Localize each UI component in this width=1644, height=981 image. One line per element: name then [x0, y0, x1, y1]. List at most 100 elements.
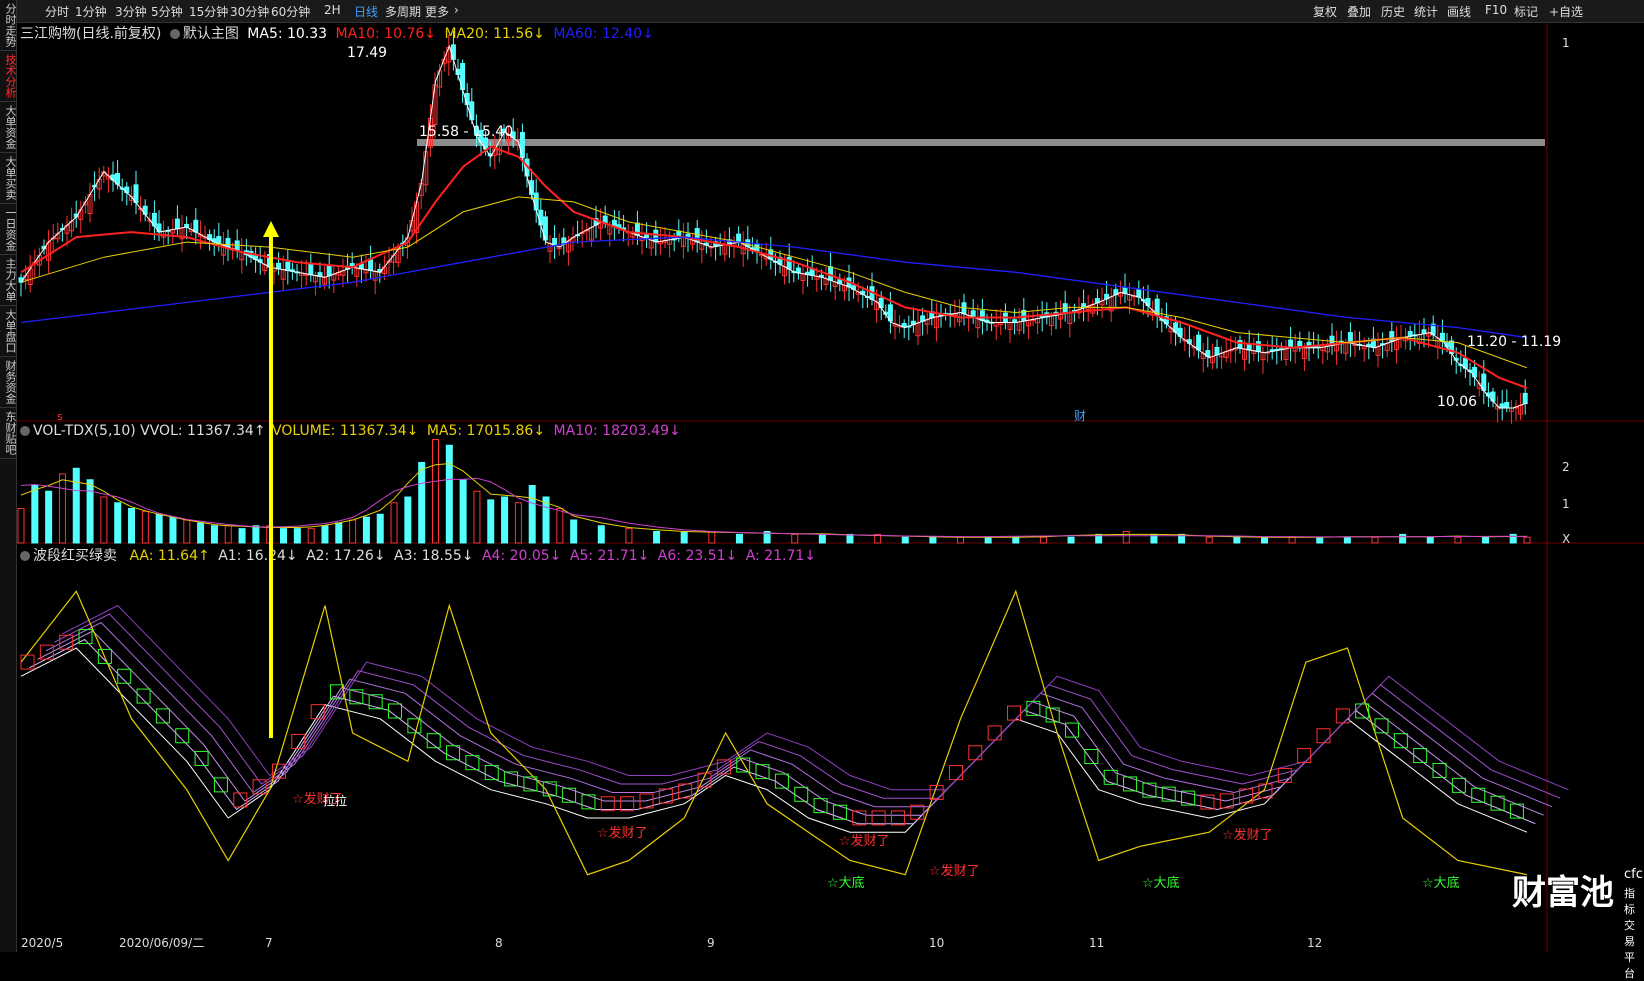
volume-bar — [1399, 533, 1407, 544]
volume-bar — [362, 516, 370, 544]
x-axis-label: 9 — [707, 936, 715, 950]
volume-bar — [45, 490, 53, 544]
volume-bar — [1316, 536, 1324, 544]
period-tab[interactable]: 更多 — [425, 3, 449, 20]
sidebar-tab[interactable]: 财务资金 — [0, 357, 17, 408]
candle-body — [736, 233, 742, 243]
candle-body — [1499, 403, 1505, 409]
candle-body — [1196, 334, 1202, 351]
volume-bar — [58, 473, 66, 544]
resistance-band — [417, 139, 1545, 146]
volume-bar — [929, 536, 937, 544]
sidebar-tab[interactable]: 大单盘口 — [0, 306, 17, 357]
period-tab[interactable]: 3分钟 — [115, 3, 147, 20]
s-marker: s — [57, 410, 63, 423]
ind-band-line — [53, 613, 1561, 799]
toolbar-button[interactable]: 叠加 — [1347, 3, 1371, 20]
volume-bar — [321, 525, 329, 544]
period-tab[interactable]: 60分钟 — [271, 3, 310, 20]
toolbar-button[interactable]: 标记 — [1514, 3, 1538, 20]
right-axis-label: 1 — [1562, 36, 1570, 50]
period-tab[interactable]: 多周期 — [385, 3, 421, 20]
candle-body — [285, 261, 291, 272]
signal-label: ☆发财了 — [929, 863, 980, 879]
cai-marker: 财 — [1074, 409, 1086, 423]
period-tab[interactable]: 5分钟 — [151, 3, 183, 20]
x-axis-label: 8 — [495, 936, 503, 950]
volume-bar — [984, 536, 992, 544]
x-axis-label: 2020/06/09/二 — [119, 936, 204, 950]
period-tab[interactable]: 分时 — [45, 3, 69, 20]
toolbar-button[interactable]: 统计 — [1414, 3, 1438, 20]
volume-bar — [473, 490, 481, 544]
right-axis-label: 1 — [1562, 497, 1570, 511]
candle-body — [1214, 346, 1220, 356]
volume-bar — [1371, 536, 1379, 544]
period-tab[interactable]: 日线 — [354, 3, 378, 20]
candle-body — [533, 192, 539, 211]
ind-step-box — [600, 796, 615, 812]
sidebar-tab[interactable]: 东财贴吧 — [0, 408, 17, 459]
candle-body — [786, 256, 792, 270]
low-price-label: 10.06 — [1437, 394, 1477, 410]
volume-bar — [653, 531, 661, 544]
sidebar-tab[interactable]: 分时走势 — [0, 0, 17, 51]
volume-bar — [818, 533, 826, 544]
volume-bar — [791, 533, 799, 544]
toolbar-button[interactable]: 复权 — [1313, 3, 1337, 20]
volume-bar — [680, 531, 688, 544]
candle-body — [653, 229, 659, 243]
volume-bar — [224, 525, 232, 544]
toolbar-button[interactable]: 历史 — [1381, 3, 1405, 20]
period-tab[interactable]: 15分钟 — [189, 3, 228, 20]
candle-body — [1504, 401, 1510, 409]
period-tab[interactable]: 30分钟 — [230, 3, 269, 20]
ind-band-line — [29, 638, 1536, 825]
volume-bar — [1426, 536, 1434, 544]
ind-step-box — [987, 725, 1002, 741]
signal-label: ☆发财了 — [1222, 827, 1273, 843]
volume-bar — [528, 485, 536, 544]
sidebar-tab[interactable]: 大单资金 — [0, 102, 17, 153]
more-chevron-icon[interactable]: › — [454, 3, 459, 17]
candle-body — [1255, 341, 1261, 353]
volume-bar — [625, 528, 633, 544]
period-tab[interactable]: 2H — [324, 3, 341, 17]
sidebar-tab[interactable]: 技术分析 — [0, 51, 17, 102]
sidebar-tab[interactable]: 大单买卖 — [0, 153, 17, 204]
candle-body — [225, 237, 231, 248]
volume-bar — [735, 533, 743, 544]
volume-bar — [1012, 536, 1020, 544]
chart-canvas[interactable]: 17.4915.58 - 15.4011.20 - 11.1910.06财s12… — [17, 23, 1644, 952]
sidebar-tab[interactable]: 主力大单 — [0, 255, 17, 306]
sidebar-tab[interactable]: 一日资金 — [0, 204, 17, 255]
toolbar-button[interactable]: 画线 — [1447, 3, 1471, 20]
volume-bar — [501, 496, 509, 544]
volume-bar — [445, 444, 453, 544]
period-tab[interactable]: 1分钟 — [75, 3, 107, 20]
candle-body — [1237, 340, 1243, 349]
ind-step-box — [175, 728, 190, 744]
volume-bar — [1205, 536, 1213, 544]
toolbar-button[interactable]: F10 — [1485, 3, 1507, 17]
volume-bar — [1039, 536, 1047, 544]
volume-bar — [431, 439, 439, 544]
candle-body — [133, 184, 139, 204]
volume-bar — [280, 528, 288, 544]
candle-body — [174, 218, 180, 230]
high-price-label: 17.49 — [347, 45, 387, 61]
ind-step-box — [890, 810, 905, 826]
candle-body — [276, 262, 282, 270]
volume-bar — [1122, 531, 1130, 544]
volume-bar — [141, 510, 149, 544]
volume-bar — [293, 528, 301, 544]
candle-body — [795, 267, 801, 274]
volume-bar — [418, 462, 426, 544]
volume-bar — [390, 502, 398, 544]
ind-aa-line — [20, 589, 1528, 876]
ind-step-box — [1084, 749, 1099, 765]
toolbar-button[interactable]: +自选 — [1549, 3, 1583, 20]
ind-step-box — [1297, 748, 1312, 764]
volume-bar — [957, 536, 965, 544]
volume-bar — [169, 516, 177, 544]
